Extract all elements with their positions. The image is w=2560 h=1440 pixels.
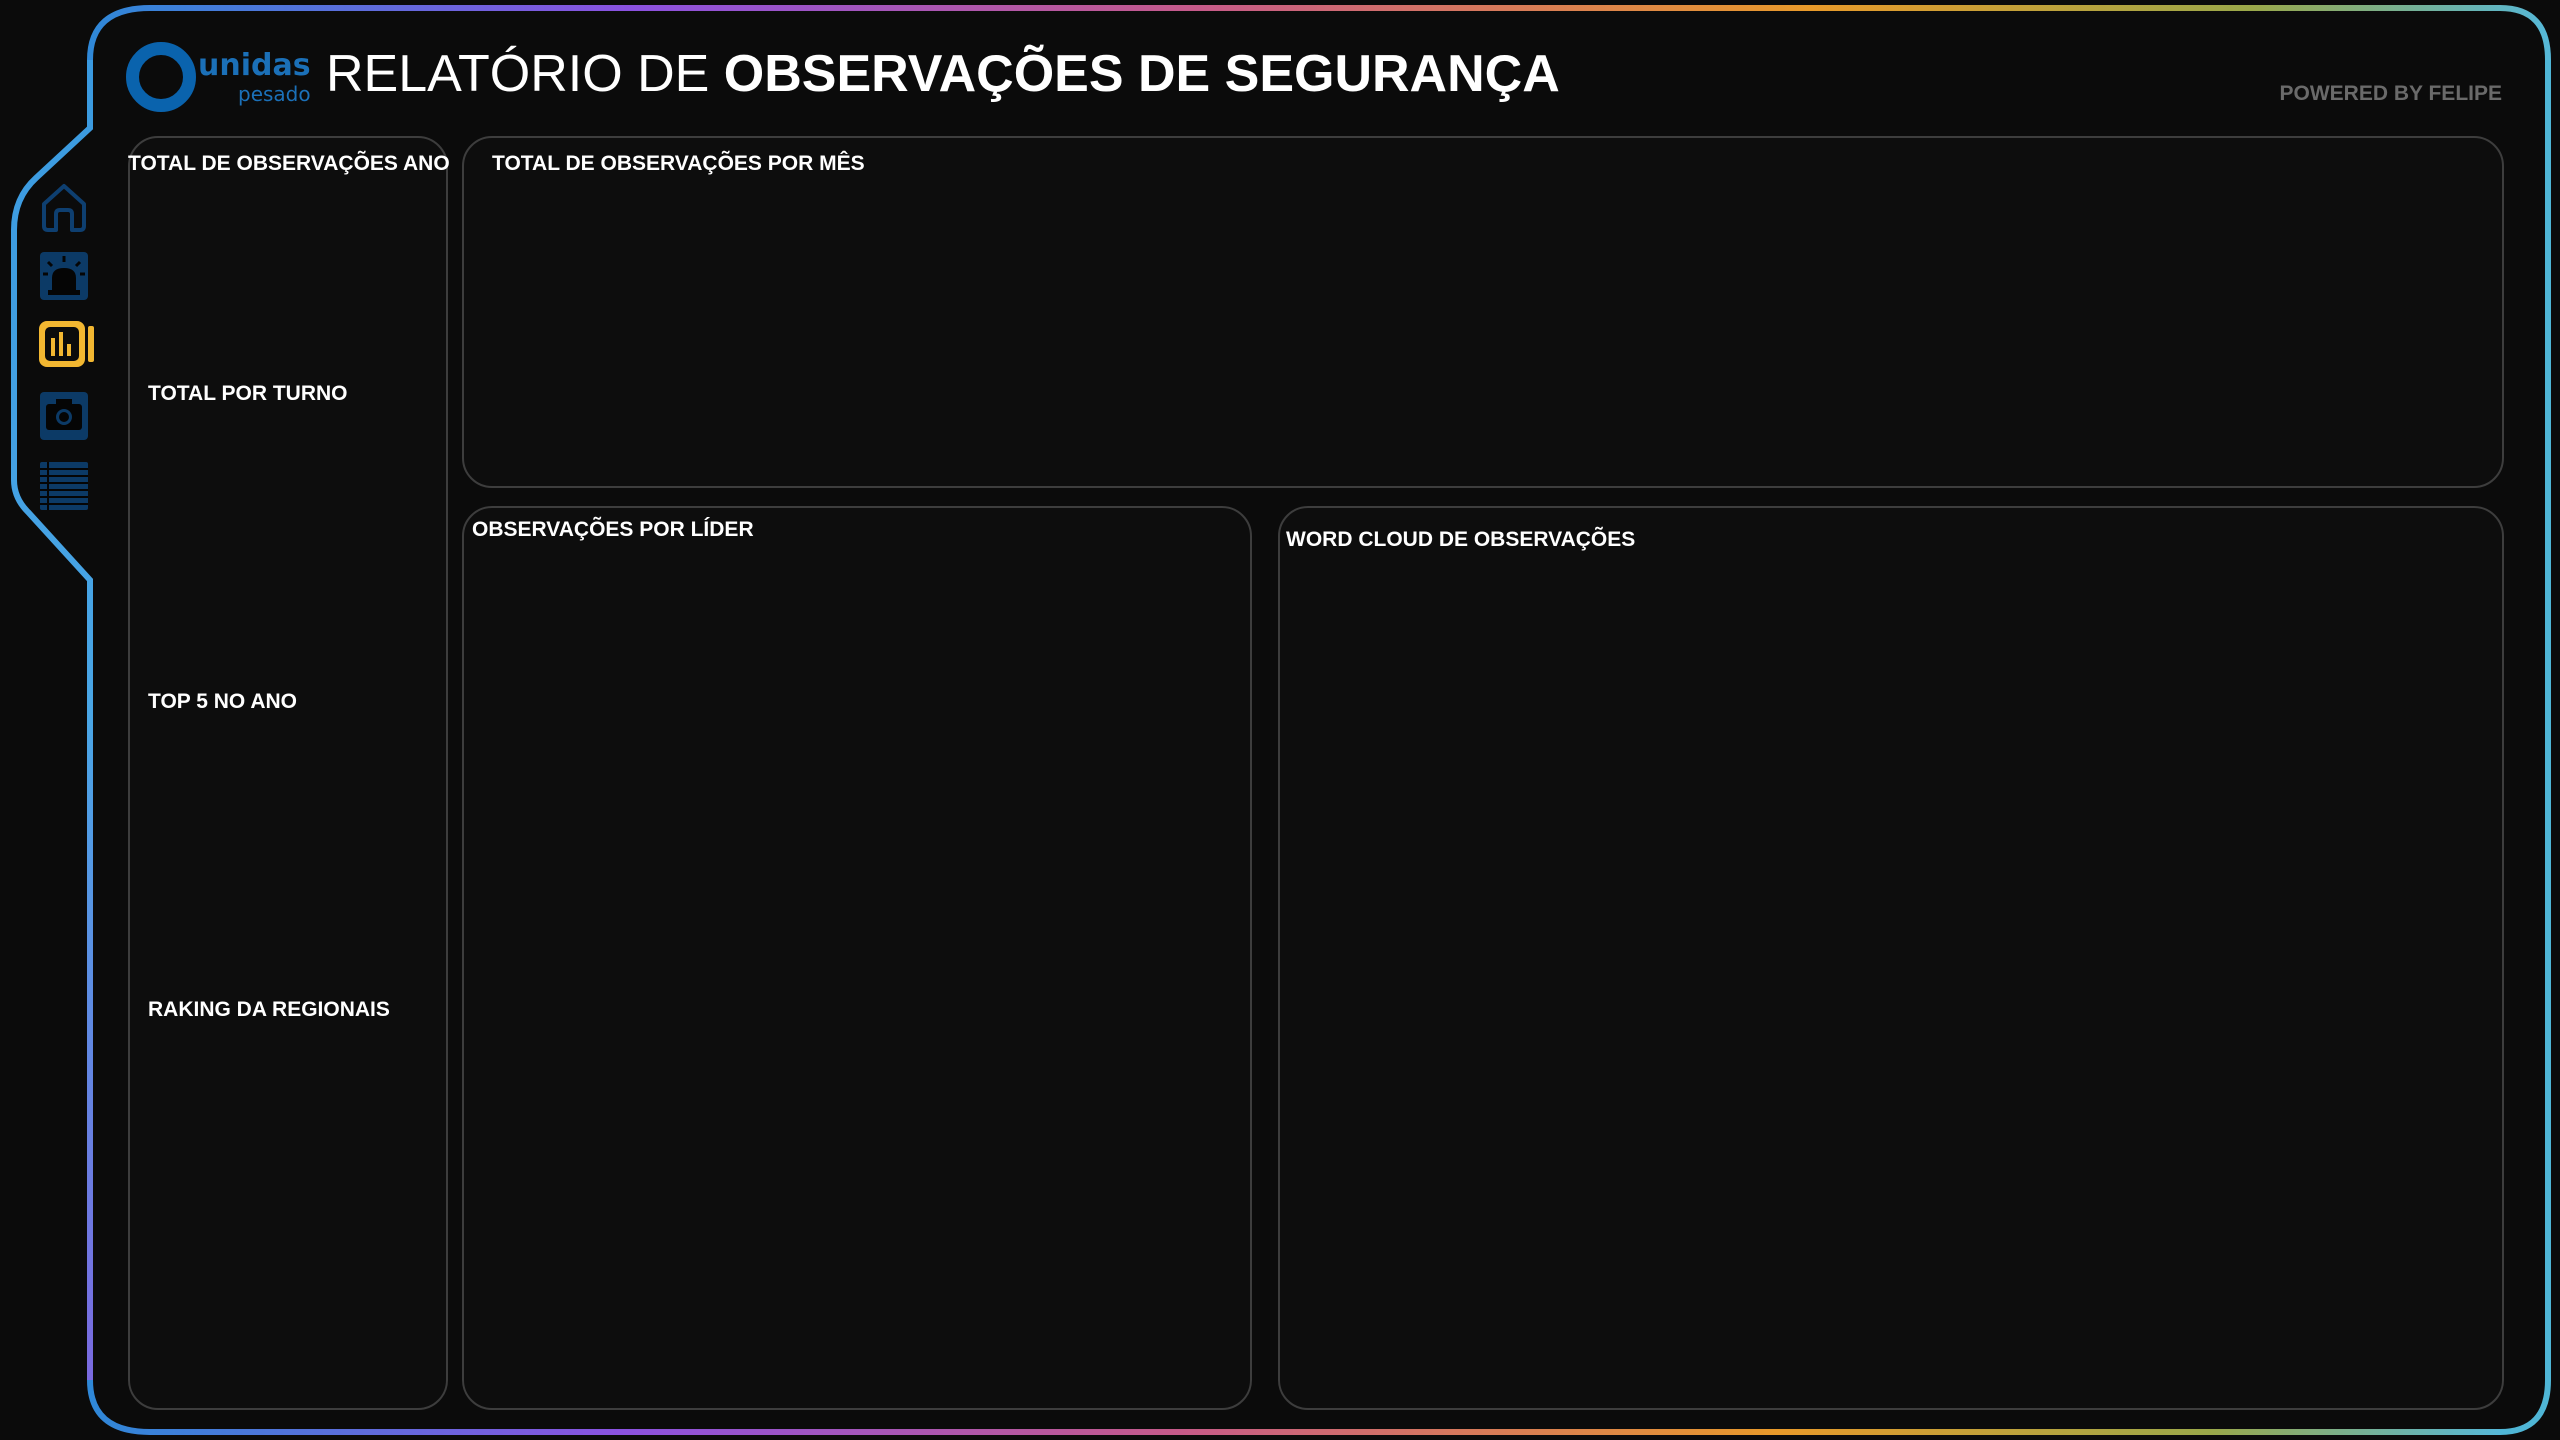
top5-year-title: TOP 5 NO ANO xyxy=(148,690,297,713)
bar-chart-icon xyxy=(39,321,85,367)
leader-observations-panel: OBSERVAÇÕES POR LÍDER xyxy=(462,506,1252,1410)
annual-total-title: TOTAL DE OBSERVAÇÕES ANO xyxy=(128,152,450,175)
nav-report-button[interactable] xyxy=(34,316,94,376)
nav-home-button[interactable] xyxy=(34,176,94,236)
active-nav-indicator xyxy=(88,326,94,362)
nav-alerts-button[interactable] xyxy=(34,246,94,306)
logo-subword: pesado xyxy=(238,82,311,106)
shift-total-title: TOTAL POR TURNO xyxy=(148,382,348,405)
summary-panel: TOTAL DE OBSERVAÇÕES ANO TOTAL POR TURNO… xyxy=(128,136,450,1410)
logo-ring xyxy=(126,42,196,112)
home-icon xyxy=(42,184,86,232)
page-title: RELATÓRIO DE OBSERVAÇÕES DE SEGURANÇA xyxy=(326,44,1560,104)
alarm-light-icon xyxy=(40,252,88,300)
leader-observations-title: OBSERVAÇÕES POR LÍDER xyxy=(472,518,754,541)
powered-by-label: POWERED BY FELIPE xyxy=(2279,82,2502,105)
list-icon xyxy=(40,462,88,510)
unidas-logo: unidas pesado xyxy=(126,40,316,112)
regional-ranking-title: RAKING DA REGIONAIS xyxy=(148,998,390,1021)
camera-icon xyxy=(40,392,88,440)
logo-word: unidas xyxy=(198,48,311,83)
nav-camera-button[interactable] xyxy=(34,386,94,446)
nav-list-button[interactable] xyxy=(34,456,94,516)
monthly-observations-title: TOTAL DE OBSERVAÇÕES POR MÊS xyxy=(492,152,865,175)
wordcloud-panel: WORD CLOUD DE OBSERVAÇÕES xyxy=(1278,506,2504,1410)
page-title-main: OBSERVAÇÕES DE SEGURANÇA xyxy=(723,45,1560,103)
monthly-observations-panel: TOTAL DE OBSERVAÇÕES POR MÊS xyxy=(462,136,2504,488)
wordcloud-title: WORD CLOUD DE OBSERVAÇÕES xyxy=(1286,528,1636,551)
page-title-prefix: RELATÓRIO DE xyxy=(326,45,724,103)
